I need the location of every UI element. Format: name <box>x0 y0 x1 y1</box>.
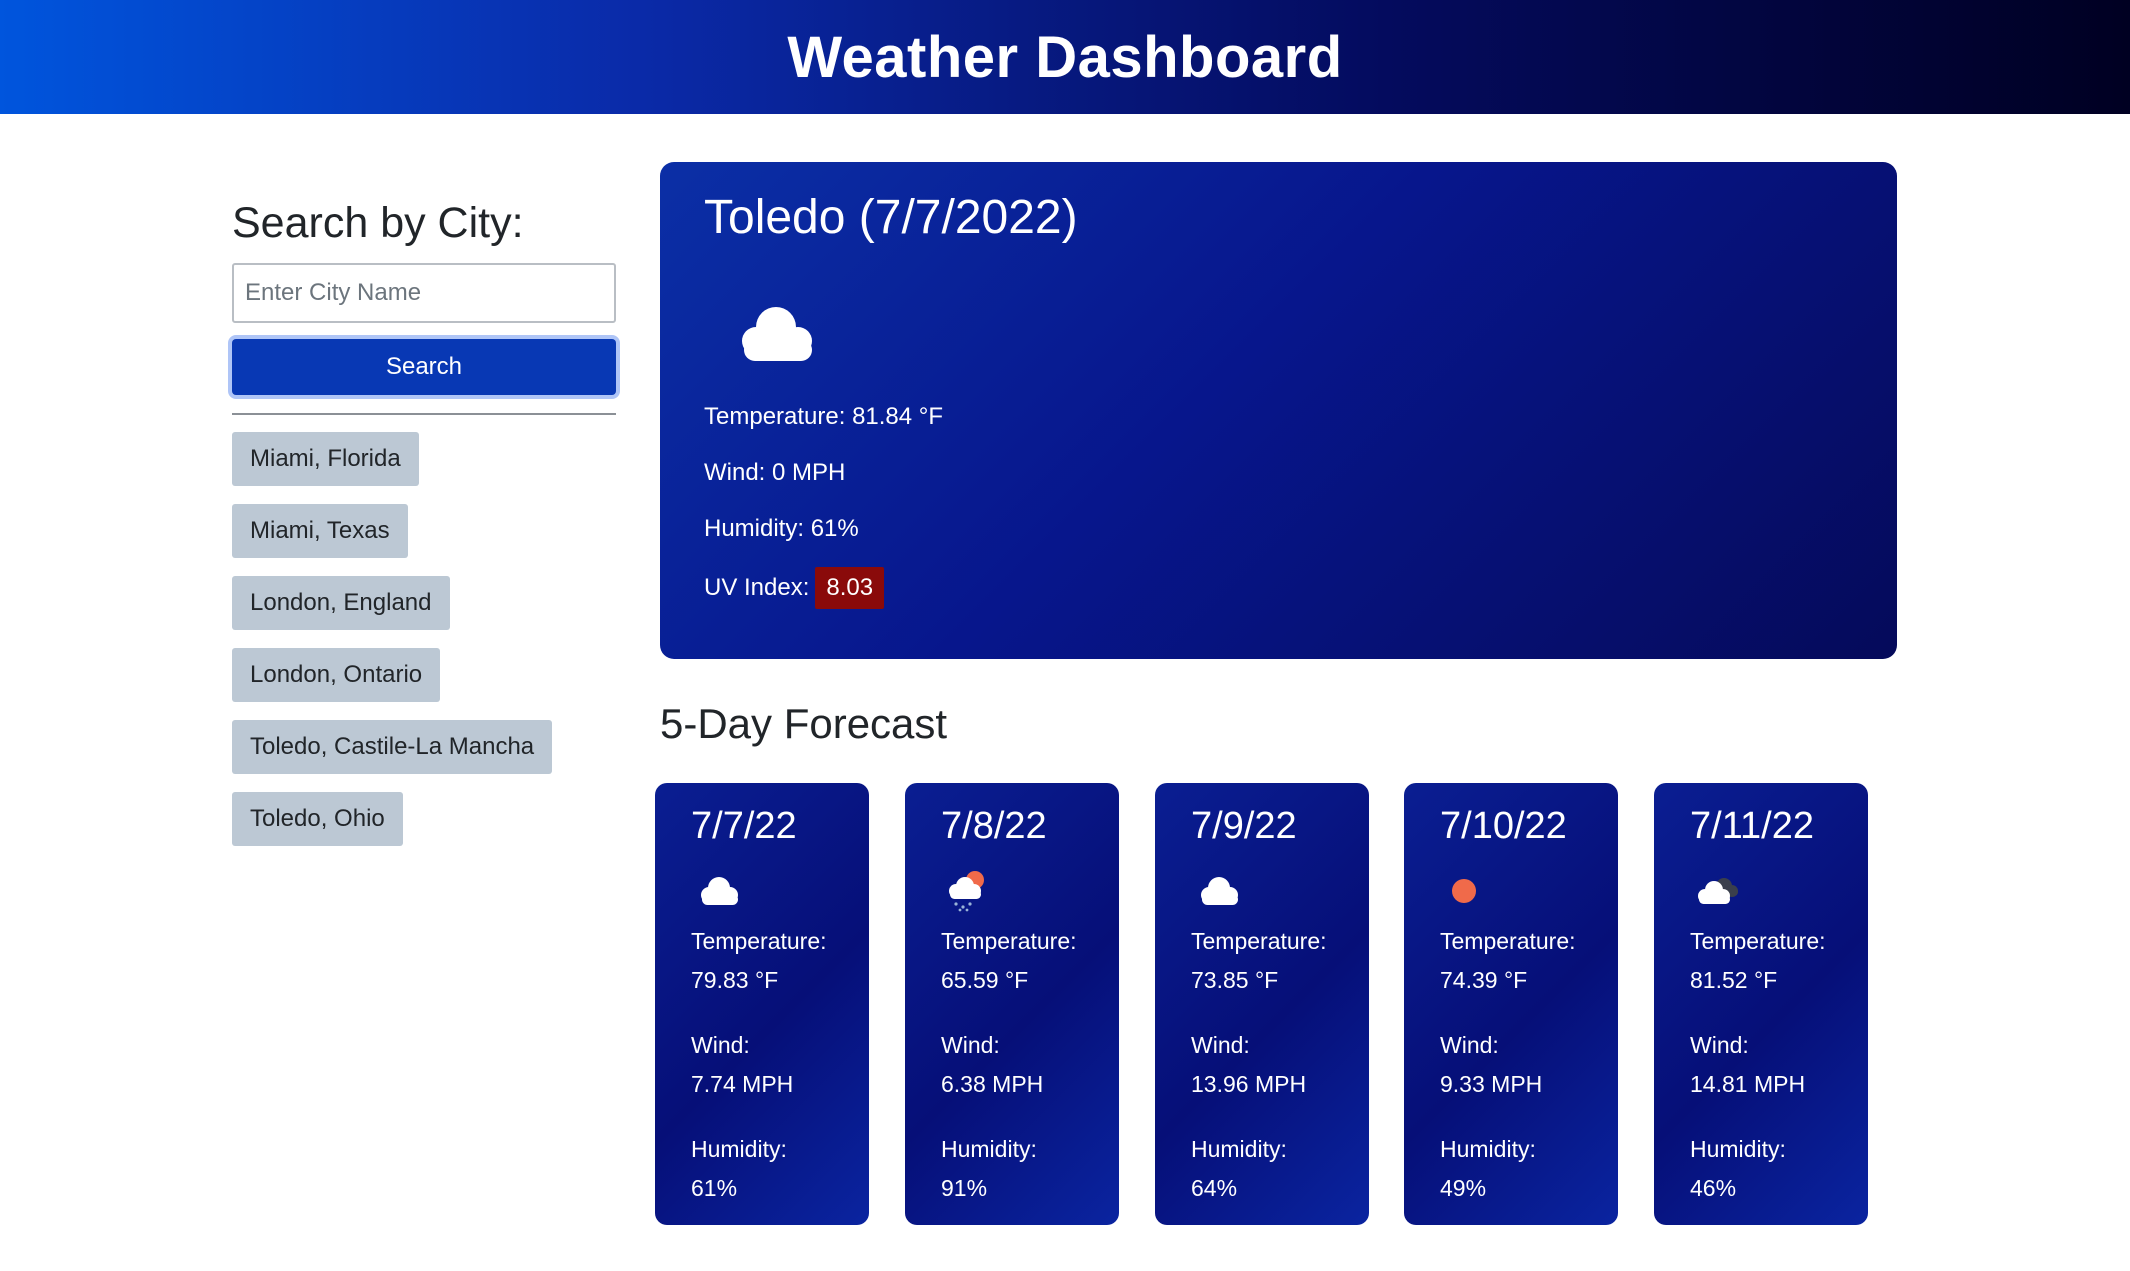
forecast-temp-label: Temperature: <box>691 928 827 954</box>
history-item-miami-florida[interactable]: Miami, Florida <box>232 432 419 487</box>
forecast-humidity-label: Humidity: <box>1191 1136 1287 1162</box>
history-item-london-ontario[interactable]: London, Ontario <box>232 648 441 703</box>
current-city-title: Toledo (7/7/2022) <box>704 191 1078 244</box>
forecast-card: 7/10/22 Temperature: 74.39 °F Wind: 9.33… <box>1404 783 1618 1225</box>
forecast-date: 7/11/22 <box>1690 805 1814 847</box>
forecast-temp: 81.52 °F <box>1690 967 1778 993</box>
forecast-humidity: 91% <box>941 1175 988 1201</box>
forecast-humidity: 46% <box>1690 1175 1737 1201</box>
forecast-temp: 65.59 °F <box>941 967 1029 993</box>
history-item-toledo-castile[interactable]: Toledo, Castile-La Mancha <box>232 720 553 775</box>
page-title: Weather Dashboard <box>787 24 1343 90</box>
current-wind: Wind: 0 MPH <box>704 459 846 486</box>
sidebar-divider <box>232 413 616 416</box>
cloud-icon <box>742 307 812 361</box>
forecast-temp-label: Temperature: <box>1690 928 1826 954</box>
forecast-card: 7/8/22 Temperature: 65.59 °F Wind: 6.38 … <box>905 783 1119 1225</box>
forecast-wind: 6.38 MPH <box>941 1071 1044 1097</box>
forecast-card: 7/11/22 Temperature: 81.52 °F Wind: 14.8… <box>1654 783 1868 1225</box>
broken-clouds-icon <box>1698 878 1738 904</box>
forecast-humidity-label: Humidity: <box>941 1136 1037 1162</box>
forecast-humidity-label: Humidity: <box>1690 1136 1786 1162</box>
cloud-icon <box>701 877 738 905</box>
forecast-temp: 79.83 °F <box>691 967 779 993</box>
forecast-wind-label: Wind: <box>1440 1032 1499 1058</box>
search-heading: Search by City: <box>232 199 524 247</box>
forecast-date: 7/10/22 <box>1440 805 1567 847</box>
forecast-date: 7/9/22 <box>1191 805 1297 847</box>
header: Weather Dashboard <box>0 0 2130 114</box>
search-history: Miami, Florida Miami, Texas London, Engl… <box>232 432 616 847</box>
forecast-humidity-label: Humidity: <box>691 1136 787 1162</box>
history-item-london-england[interactable]: London, England <box>232 576 450 631</box>
sun-icon <box>1452 879 1476 903</box>
forecast-wind: 14.81 MPH <box>1690 1071 1806 1097</box>
current-temperature: Temperature: 81.84 °F <box>704 403 944 430</box>
current-humidity: Humidity: 61% <box>704 515 859 542</box>
forecast-temp: 73.85 °F <box>1191 967 1279 993</box>
forecast-wind-label: Wind: <box>1690 1032 1749 1058</box>
forecast-heading: 5-Day Forecast <box>660 700 948 747</box>
search-button[interactable]: Search <box>232 339 616 396</box>
cloud-icon <box>1201 877 1238 905</box>
current-weather-card: Toledo (7/7/2022) Temperature: 81.84 °F … <box>660 162 1897 659</box>
forecast-wind-label: Wind: <box>691 1032 750 1058</box>
forecast-card: 7/9/22 Temperature: 73.85 °F Wind: 13.96… <box>1155 783 1369 1225</box>
uv-index-row: UV Index: 8.03 <box>704 567 1853 609</box>
forecast-humidity: 64% <box>1191 1175 1238 1201</box>
forecast-date: 7/8/22 <box>941 805 1047 847</box>
forecast-humidity-label: Humidity: <box>1440 1136 1536 1162</box>
forecast-wind: 7.74 MPH <box>691 1071 794 1097</box>
forecast-date: 7/7/22 <box>691 805 797 847</box>
forecast-temp-label: Temperature: <box>1440 928 1576 954</box>
forecast-wind-label: Wind: <box>941 1032 1000 1058</box>
forecast-temp: 74.39 °F <box>1440 967 1528 993</box>
history-item-miami-texas[interactable]: Miami, Texas <box>232 504 408 559</box>
search-sidebar: Search by City: Search Miami, Florida Mi… <box>232 199 616 864</box>
forecast-card: 7/7/22 Temperature: 79.83 °F Wind: 7.74 … <box>655 783 869 1225</box>
history-item-toledo-ohio[interactable]: Toledo, Ohio <box>232 792 403 847</box>
city-search-input[interactable] <box>232 263 616 324</box>
uv-index-badge: 8.03 <box>815 567 885 609</box>
uv-index-label: UV Index: <box>704 574 810 601</box>
forecast-wind-label: Wind: <box>1191 1032 1250 1058</box>
forecast-humidity: 49% <box>1440 1175 1487 1201</box>
forecast-wind: 9.33 MPH <box>1440 1071 1543 1097</box>
forecast-humidity: 61% <box>691 1175 738 1201</box>
forecast-temp-label: Temperature: <box>941 928 1077 954</box>
forecast-wind: 13.96 MPH <box>1191 1071 1307 1097</box>
forecast-temp-label: Temperature: <box>1191 928 1327 954</box>
rain-sun-icon <box>949 871 984 912</box>
